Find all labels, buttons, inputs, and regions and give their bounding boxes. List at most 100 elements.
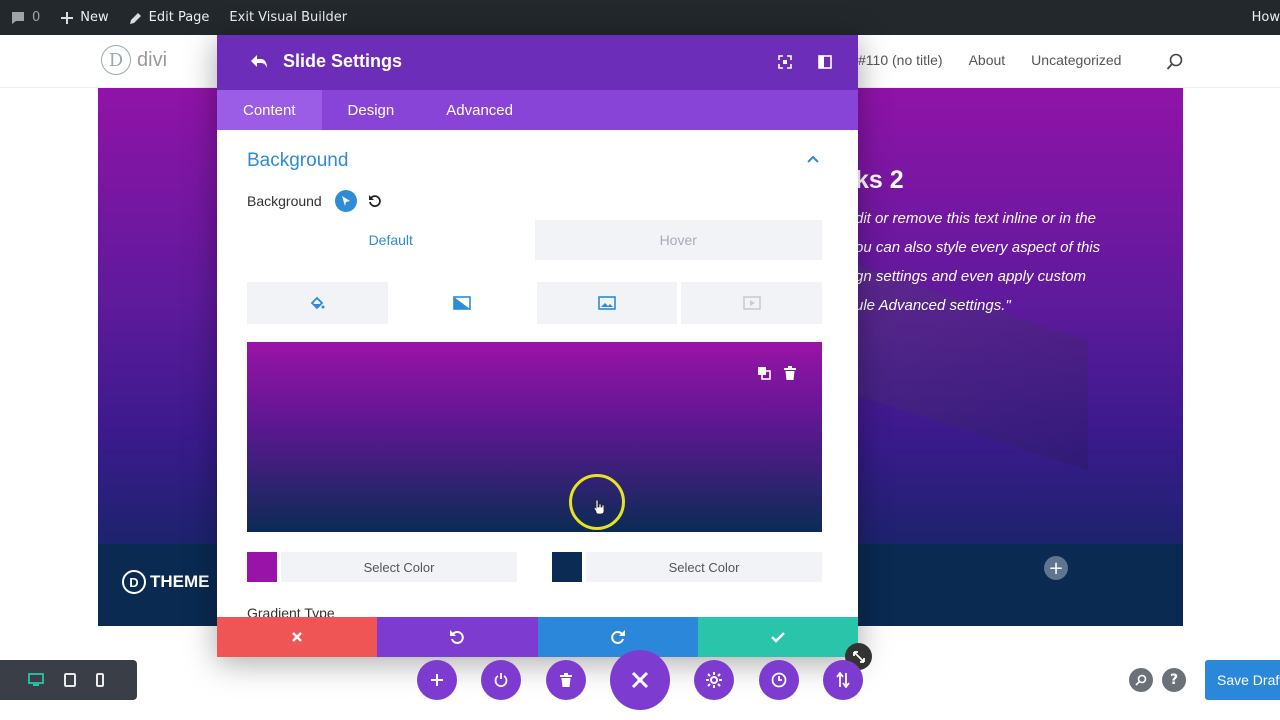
add-module-button[interactable] <box>417 660 457 700</box>
color-swatch[interactable] <box>247 552 277 582</box>
exit-vb-label: Exit Visual Builder <box>229 10 348 25</box>
sort-arrows-icon <box>836 672 850 688</box>
tab-advanced[interactable]: Advanced <box>420 90 539 130</box>
slide-body-line: ule Advanced settings." <box>855 297 1011 314</box>
select-color-button[interactable]: Select Color <box>281 552 517 582</box>
sort-layers-button[interactable] <box>823 660 863 700</box>
page-settings-button[interactable] <box>694 660 734 700</box>
chevron-up-icon[interactable] <box>806 154 820 164</box>
undo-button[interactable] <box>377 617 538 657</box>
background-field-label: Background <box>247 193 322 209</box>
background-hover-toggle[interactable] <box>335 190 357 212</box>
nav-item-no-title[interactable]: #110 (no title) <box>858 52 943 68</box>
help-button[interactable]: ? <box>1162 668 1186 692</box>
undo-icon <box>450 630 465 644</box>
slide-body[interactable]: dit or remove this text inline or in the… <box>855 204 1175 320</box>
footer-theme-logo: D THEME <box>122 570 210 594</box>
slide-settings-modal: Slide Settings Content Design Advanced B… <box>217 35 858 657</box>
logo-mark: D <box>101 45 131 75</box>
fullscreen-icon[interactable] <box>778 55 792 69</box>
edit-page-item[interactable]: Edit Page <box>119 0 220 35</box>
type-tab-image[interactable] <box>536 282 678 324</box>
redo-button[interactable] <box>537 617 698 657</box>
desktop-view-icon[interactable] <box>28 673 44 687</box>
modal-footer <box>217 617 858 657</box>
theme-logo-mark: D <box>122 570 146 594</box>
type-tab-gradient[interactable] <box>391 282 533 324</box>
modal-header[interactable]: Slide Settings <box>217 35 858 90</box>
type-tab-color[interactable] <box>247 282 388 324</box>
edit-page-label: Edit Page <box>148 10 210 25</box>
close-icon <box>631 671 649 689</box>
hand-cursor-icon <box>593 499 605 515</box>
state-tabs: Default Hover <box>247 220 822 260</box>
tab-design[interactable]: Design <box>322 90 421 130</box>
split-view-icon[interactable] <box>818 55 832 69</box>
new-item[interactable]: New <box>50 0 118 35</box>
gradient-end-color[interactable]: Select Color <box>552 552 822 582</box>
close-settings-button[interactable] <box>610 650 670 710</box>
howdy-label: How <box>1251 10 1280 25</box>
site-logo[interactable]: D divi <box>101 45 167 75</box>
comments-count: 0 <box>32 10 41 25</box>
howdy-item[interactable]: How <box>1242 0 1280 35</box>
select-color-button[interactable]: Select Color <box>586 552 822 582</box>
nav-item-uncategorized[interactable]: Uncategorized <box>1031 52 1121 68</box>
back-arrow-icon[interactable] <box>249 53 269 71</box>
nav-item-about[interactable]: About <box>969 52 1006 68</box>
background-reset-button[interactable] <box>365 191 385 211</box>
color-swatch[interactable] <box>552 552 582 582</box>
phone-view-icon[interactable] <box>96 673 104 687</box>
slide-body-line: ou can also style every aspect of this <box>855 239 1101 256</box>
close-icon <box>292 632 302 642</box>
gradient-start-color[interactable]: Select Color <box>247 552 517 582</box>
add-row-button[interactable]: + <box>1044 556 1068 580</box>
tablet-view-icon[interactable] <box>64 673 76 687</box>
modal-tabs: Content Design Advanced <box>217 90 858 130</box>
logo-text: divi <box>137 48 168 71</box>
trash-icon[interactable] <box>784 366 796 380</box>
modal-body: Background Background Default Hover Sele… <box>217 130 858 617</box>
type-tab-video[interactable] <box>681 282 822 324</box>
background-section-title[interactable]: Background <box>247 150 348 172</box>
plus-icon <box>431 674 443 686</box>
history-button[interactable] <box>759 660 799 700</box>
view-mode-bar <box>0 660 137 700</box>
save-draft-button[interactable]: Save Draft <box>1205 660 1280 700</box>
gradient-type-label: Gradient Type <box>247 605 335 617</box>
power-icon <box>494 673 508 687</box>
pencil-icon <box>129 12 141 24</box>
search-icon <box>1135 674 1147 686</box>
tab-content[interactable]: Content <box>217 90 322 130</box>
copy-icon[interactable] <box>757 366 771 380</box>
background-type-tabs <box>247 282 822 324</box>
search-icon[interactable] <box>1166 53 1184 71</box>
comments-item[interactable]: 0 <box>0 0 50 35</box>
exit-visual-builder-item[interactable]: Exit Visual Builder <box>219 0 357 35</box>
resize-arrows-icon <box>852 650 865 663</box>
slide-body-line: dit or remove this text inline or in the <box>855 210 1096 227</box>
clear-layout-button[interactable] <box>546 660 586 700</box>
zoom-button[interactable] <box>1129 668 1153 692</box>
plus-icon <box>61 11 74 24</box>
save-button[interactable] <box>697 617 858 657</box>
gear-icon <box>706 672 722 688</box>
checkmark-icon <box>771 632 785 643</box>
slide-title[interactable]: ks 2 <box>855 166 904 195</box>
clock-icon <box>771 672 787 688</box>
wp-admin-bar: 0 New Edit Page Exit Visual Builder How <box>0 0 1280 35</box>
state-tab-hover[interactable]: Hover <box>535 220 823 260</box>
trash-icon <box>560 673 572 687</box>
video-icon <box>742 296 761 310</box>
comment-icon <box>12 11 24 24</box>
modal-title: Slide Settings <box>283 51 403 71</box>
reset-icon <box>369 195 381 207</box>
slide-body-line: gn settings and even apply custom <box>855 268 1086 285</box>
paint-bucket-icon <box>311 296 325 310</box>
theme-logo-text: THEME <box>150 572 210 591</box>
gradient-preview[interactable] <box>247 342 822 532</box>
state-tab-default[interactable]: Default <box>247 220 535 260</box>
main-nav: #110 (no title) About Uncategorized <box>858 52 1121 68</box>
cancel-button[interactable] <box>217 617 378 657</box>
portability-button[interactable] <box>481 660 521 700</box>
